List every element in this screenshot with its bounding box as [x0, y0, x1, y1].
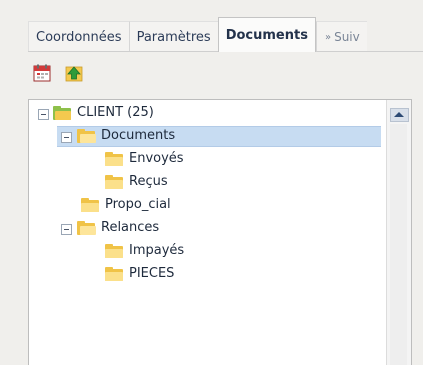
- tab-label: Suiv: [334, 30, 360, 44]
- tree-item-envoyes[interactable]: Envoyés: [29, 148, 385, 171]
- tree-item-label: Documents: [101, 128, 176, 143]
- tree-item-label: Reçus: [129, 174, 168, 189]
- folder-icon: [81, 198, 99, 212]
- up-folder-button[interactable]: [63, 62, 85, 84]
- folder-icon: [105, 267, 123, 281]
- tree-item-relances[interactable]: Relances: [29, 217, 385, 240]
- scroll-up-button[interactable]: [390, 108, 409, 122]
- tree-item-documents[interactable]: Documents: [29, 125, 385, 148]
- tab-label: Paramètres: [136, 29, 211, 45]
- tree-item-pieces[interactable]: PIECES: [29, 263, 385, 286]
- collapse-toggle[interactable]: [61, 224, 72, 235]
- tab-coordonnees[interactable]: Coordonnées: [28, 21, 129, 52]
- folder-tree: CLIENT (25) Documents Envoyés Reçus Prop…: [29, 102, 385, 286]
- tree-item-label: Envoyés: [129, 151, 184, 166]
- tree-item-label: Propo_cial: [105, 197, 171, 212]
- tab-bar: Coordonnées Paramètres Documents » Suiv: [28, 16, 423, 52]
- toolbar: [31, 62, 85, 88]
- tab-label: Coordonnées: [36, 29, 122, 45]
- vertical-scrollbar[interactable]: [386, 100, 411, 365]
- tab-parametres[interactable]: Paramètres: [128, 21, 218, 52]
- tree-item-client[interactable]: CLIENT (25): [29, 102, 385, 125]
- tree-item-propo-cial[interactable]: Propo_cial: [29, 194, 385, 217]
- collapse-toggle[interactable]: [61, 132, 72, 143]
- tree-item-label: CLIENT (25): [77, 105, 154, 120]
- collapse-toggle[interactable]: [38, 109, 49, 120]
- root-folder-icon: [53, 106, 71, 120]
- tab-documents[interactable]: Documents: [217, 17, 316, 52]
- up-arrow-icon: [65, 66, 83, 82]
- double-chevron-icon: »: [324, 31, 332, 43]
- calendar-icon: [33, 64, 51, 82]
- folder-open-icon: [77, 221, 96, 235]
- folder-icon: [105, 244, 123, 258]
- folder-icon: [105, 152, 123, 166]
- tree-item-recus[interactable]: Reçus: [29, 171, 385, 194]
- scroll-track[interactable]: [390, 124, 407, 365]
- tab-label: Documents: [225, 27, 308, 43]
- tree-item-label: Relances: [101, 220, 160, 235]
- folder-icon: [105, 175, 123, 189]
- calendar-button[interactable]: [31, 62, 53, 84]
- tree-item-impayes[interactable]: Impayés: [29, 240, 385, 263]
- folder-tree-panel: CLIENT (25) Documents Envoyés Reçus Prop…: [28, 99, 412, 365]
- folder-open-icon: [77, 129, 96, 143]
- tree-item-label: PIECES: [129, 266, 175, 281]
- tree-item-label: Impayés: [129, 243, 185, 258]
- tab-suivi[interactable]: » Suiv: [315, 21, 367, 52]
